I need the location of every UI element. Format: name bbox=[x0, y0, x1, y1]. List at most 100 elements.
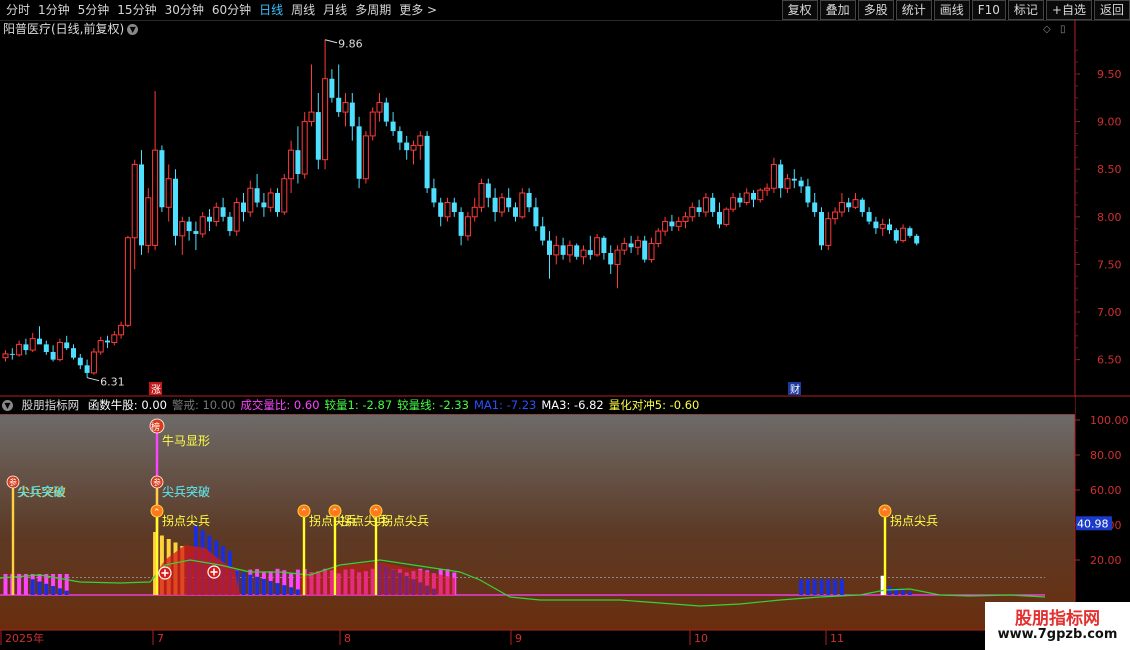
stock-title[interactable]: 阳普医疗(日线,前复权) ▼ bbox=[3, 21, 139, 37]
candle bbox=[547, 231, 552, 279]
candle-body bbox=[914, 235, 920, 244]
up-badge-text: ⌃ bbox=[300, 508, 308, 518]
indicator-bar bbox=[64, 590, 69, 595]
candle bbox=[485, 178, 491, 208]
candle-body bbox=[376, 102, 383, 113]
candle-body bbox=[682, 216, 689, 223]
indicator-name[interactable]: 股朋指标网 bbox=[22, 398, 80, 412]
panel-layout-icon[interactable]: ▯ bbox=[1060, 24, 1066, 35]
candle bbox=[710, 193, 716, 217]
candle-body bbox=[322, 78, 329, 161]
candle bbox=[506, 188, 512, 213]
candle-body bbox=[118, 324, 125, 336]
candle-body bbox=[410, 144, 417, 151]
candle-body bbox=[159, 150, 165, 208]
indicator-value: 量化对冲5: -0.60 bbox=[608, 398, 700, 412]
candle bbox=[471, 197, 478, 222]
candle bbox=[9, 348, 15, 360]
indicator-bar bbox=[30, 579, 35, 595]
candle-body bbox=[580, 249, 587, 258]
candle bbox=[64, 335, 70, 351]
candle bbox=[404, 135, 410, 160]
current-value-label: 40.98 bbox=[1077, 517, 1109, 530]
candle-body bbox=[295, 150, 301, 174]
candle-body bbox=[553, 244, 560, 256]
candle-body bbox=[471, 206, 478, 218]
indicator-bar bbox=[37, 581, 42, 595]
candle bbox=[124, 235, 131, 328]
candle bbox=[757, 188, 764, 203]
indicator-bar bbox=[901, 589, 906, 595]
candle-body bbox=[397, 131, 403, 143]
indicator-bar bbox=[289, 587, 294, 595]
candle bbox=[696, 199, 702, 217]
candle bbox=[29, 332, 36, 352]
candle bbox=[533, 197, 539, 232]
indicator-bar bbox=[907, 591, 912, 595]
candle bbox=[295, 126, 301, 184]
candle bbox=[336, 64, 342, 117]
candle-body bbox=[784, 178, 791, 189]
indicator-value: 函数牛股: 0.00 bbox=[87, 398, 167, 412]
candle-body bbox=[587, 250, 593, 255]
candle bbox=[805, 178, 811, 208]
candle-body bbox=[702, 197, 709, 213]
candle bbox=[574, 243, 580, 260]
indicator-value: 较量1: -2.87 bbox=[324, 398, 393, 412]
candle bbox=[819, 207, 824, 251]
up-badge-text: ⌃ bbox=[153, 508, 161, 518]
candle bbox=[261, 193, 267, 217]
indicator-bar bbox=[275, 583, 280, 595]
candle bbox=[702, 193, 709, 217]
candle bbox=[145, 188, 152, 253]
candle bbox=[791, 169, 797, 189]
candle-body bbox=[628, 243, 634, 248]
candle-body bbox=[247, 187, 254, 213]
candle-body bbox=[498, 197, 505, 213]
candle bbox=[84, 359, 90, 378]
candle bbox=[900, 224, 907, 243]
candle-body bbox=[241, 202, 246, 213]
candle bbox=[859, 197, 865, 217]
candle bbox=[560, 237, 566, 260]
indicator-bar bbox=[887, 586, 892, 595]
indicator-bar bbox=[799, 579, 804, 595]
chevron-down-icon[interactable]: ▼ bbox=[2, 400, 13, 411]
indicator-bar bbox=[261, 578, 266, 595]
candle bbox=[105, 335, 110, 349]
candle bbox=[478, 178, 485, 213]
candle-body bbox=[56, 341, 63, 361]
candle-body bbox=[424, 135, 430, 189]
candle-body bbox=[29, 338, 36, 351]
candle-body bbox=[819, 212, 824, 246]
candle-body bbox=[254, 188, 260, 203]
indicator-tick-label: 100.00 bbox=[1090, 414, 1129, 427]
indicator-bar bbox=[295, 589, 300, 595]
candle-body bbox=[362, 135, 369, 180]
xaxis-label: 7 bbox=[157, 632, 164, 645]
candle bbox=[642, 235, 648, 263]
candle-body bbox=[97, 340, 104, 353]
xaxis-label: 2025年 bbox=[5, 631, 44, 645]
candle-body bbox=[111, 334, 118, 343]
indicator-tick-label: 80.00 bbox=[1090, 449, 1122, 462]
candle-body bbox=[145, 197, 152, 246]
candle bbox=[438, 197, 444, 227]
chart-canvas[interactable]: 9.50 9.00 8.50 8.00 7.50 7.00 6.50 9.86 6.31 涨 财 10… bbox=[0, 0, 1130, 650]
indicator-value: 警戒: 10.00 bbox=[171, 398, 236, 412]
candle-body bbox=[492, 197, 498, 213]
candle bbox=[2, 350, 9, 362]
candle bbox=[383, 97, 389, 127]
candle-body bbox=[900, 227, 907, 242]
price-tick-label: 7.00 bbox=[1097, 306, 1122, 319]
candle-body bbox=[404, 142, 410, 151]
indicator-bar bbox=[268, 581, 273, 595]
candle bbox=[887, 218, 892, 234]
chevron-down-icon[interactable]: ▼ bbox=[127, 24, 139, 35]
candle-body bbox=[90, 351, 97, 374]
candle-body bbox=[193, 231, 199, 234]
candle-body bbox=[213, 206, 220, 223]
candle-body bbox=[37, 338, 42, 345]
diamond-icon[interactable]: ◇ bbox=[1043, 24, 1051, 35]
xaxis-label: 9 bbox=[515, 632, 522, 645]
